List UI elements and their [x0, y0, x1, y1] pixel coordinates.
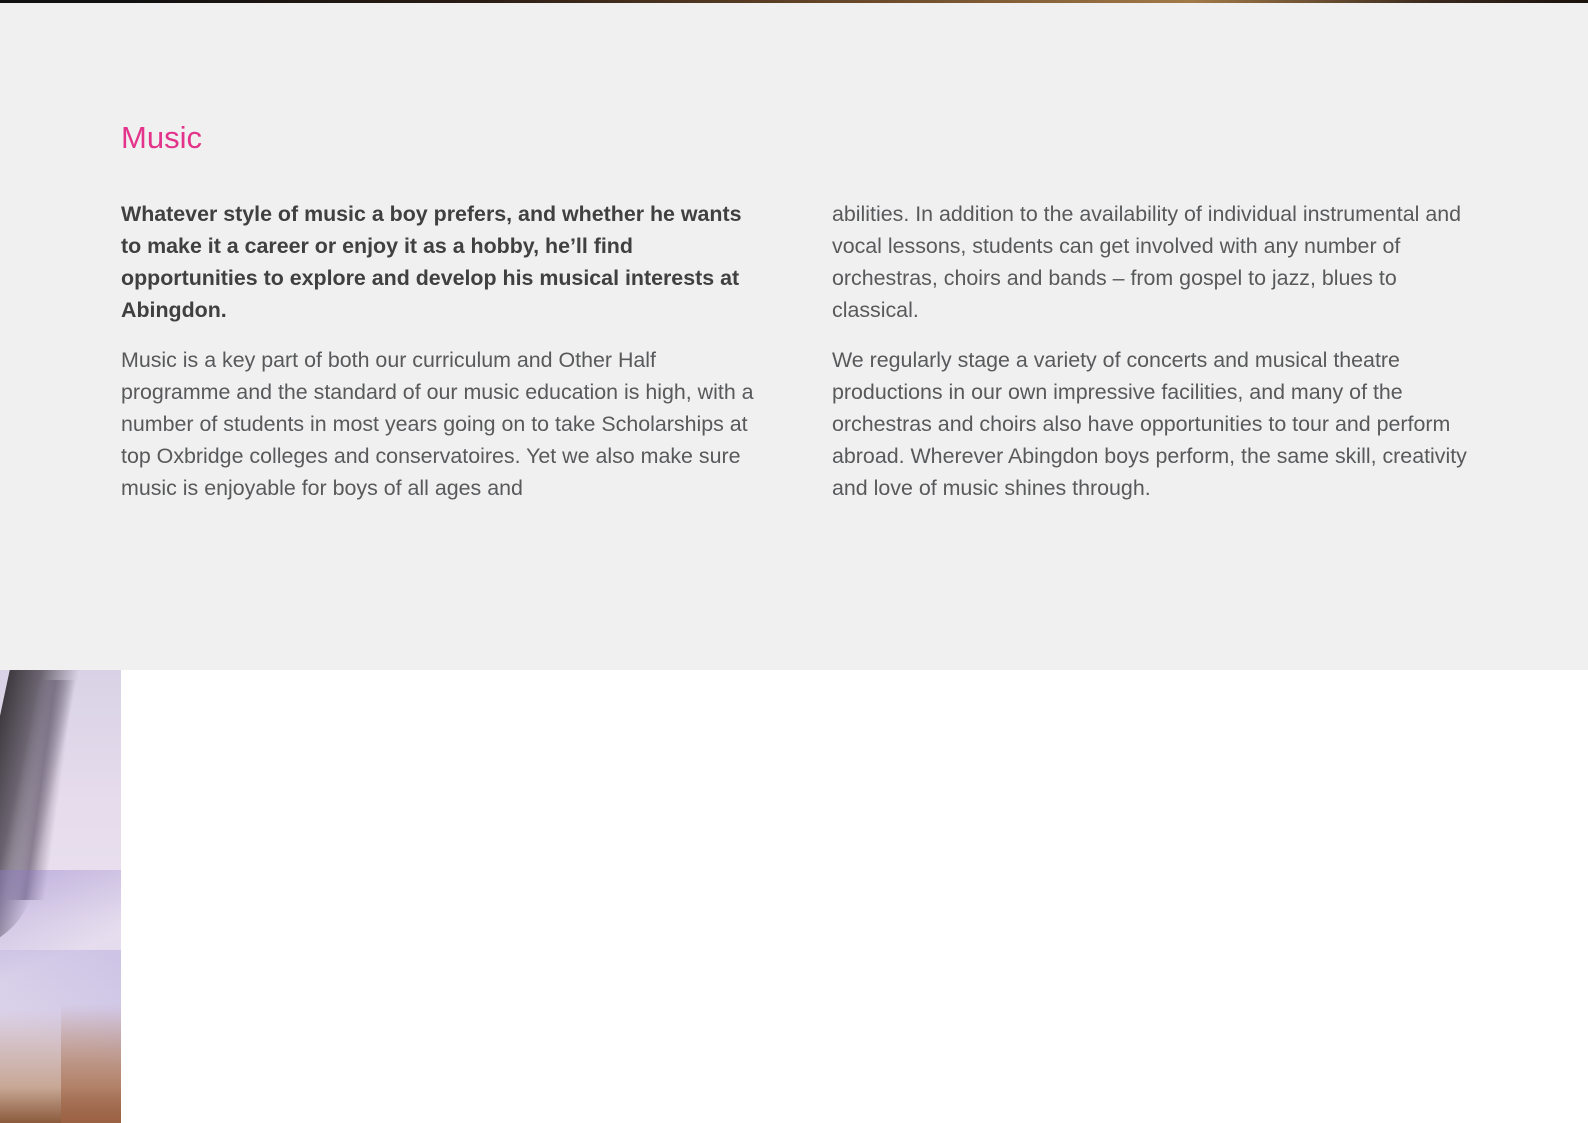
- body-paragraph-performances: We regularly stage a variety of concerts…: [832, 348, 1467, 500]
- lead-paragraph: Whatever style of music a boy prefers, a…: [121, 202, 742, 322]
- body-paragraph: Music is a key part of both our curricul…: [121, 348, 754, 500]
- section-title: Music: [121, 120, 202, 155]
- left-column: Whatever style of music a boy prefers, a…: [121, 198, 766, 522]
- photo-edge-image: [0, 670, 121, 1123]
- body-paragraph-continued: abilities. In addition to the availabili…: [832, 202, 1462, 322]
- right-column: abilities. In addition to the availabili…: [832, 198, 1477, 522]
